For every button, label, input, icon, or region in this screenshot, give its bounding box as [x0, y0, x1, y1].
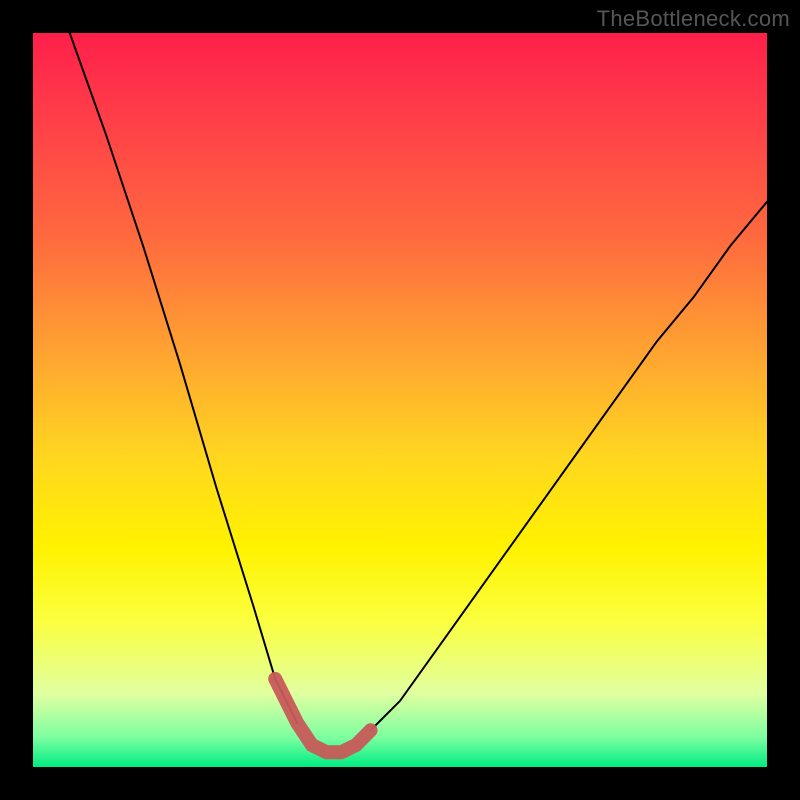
watermark-text: TheBottleneck.com: [597, 6, 790, 32]
bottleneck-curve-right: [371, 202, 767, 731]
chart-frame: TheBottleneck.com: [0, 0, 800, 800]
bottleneck-curve-left: [70, 33, 298, 723]
valley-highlight: [275, 679, 370, 752]
curve-svg: [33, 33, 767, 767]
plot-area: [33, 33, 767, 767]
